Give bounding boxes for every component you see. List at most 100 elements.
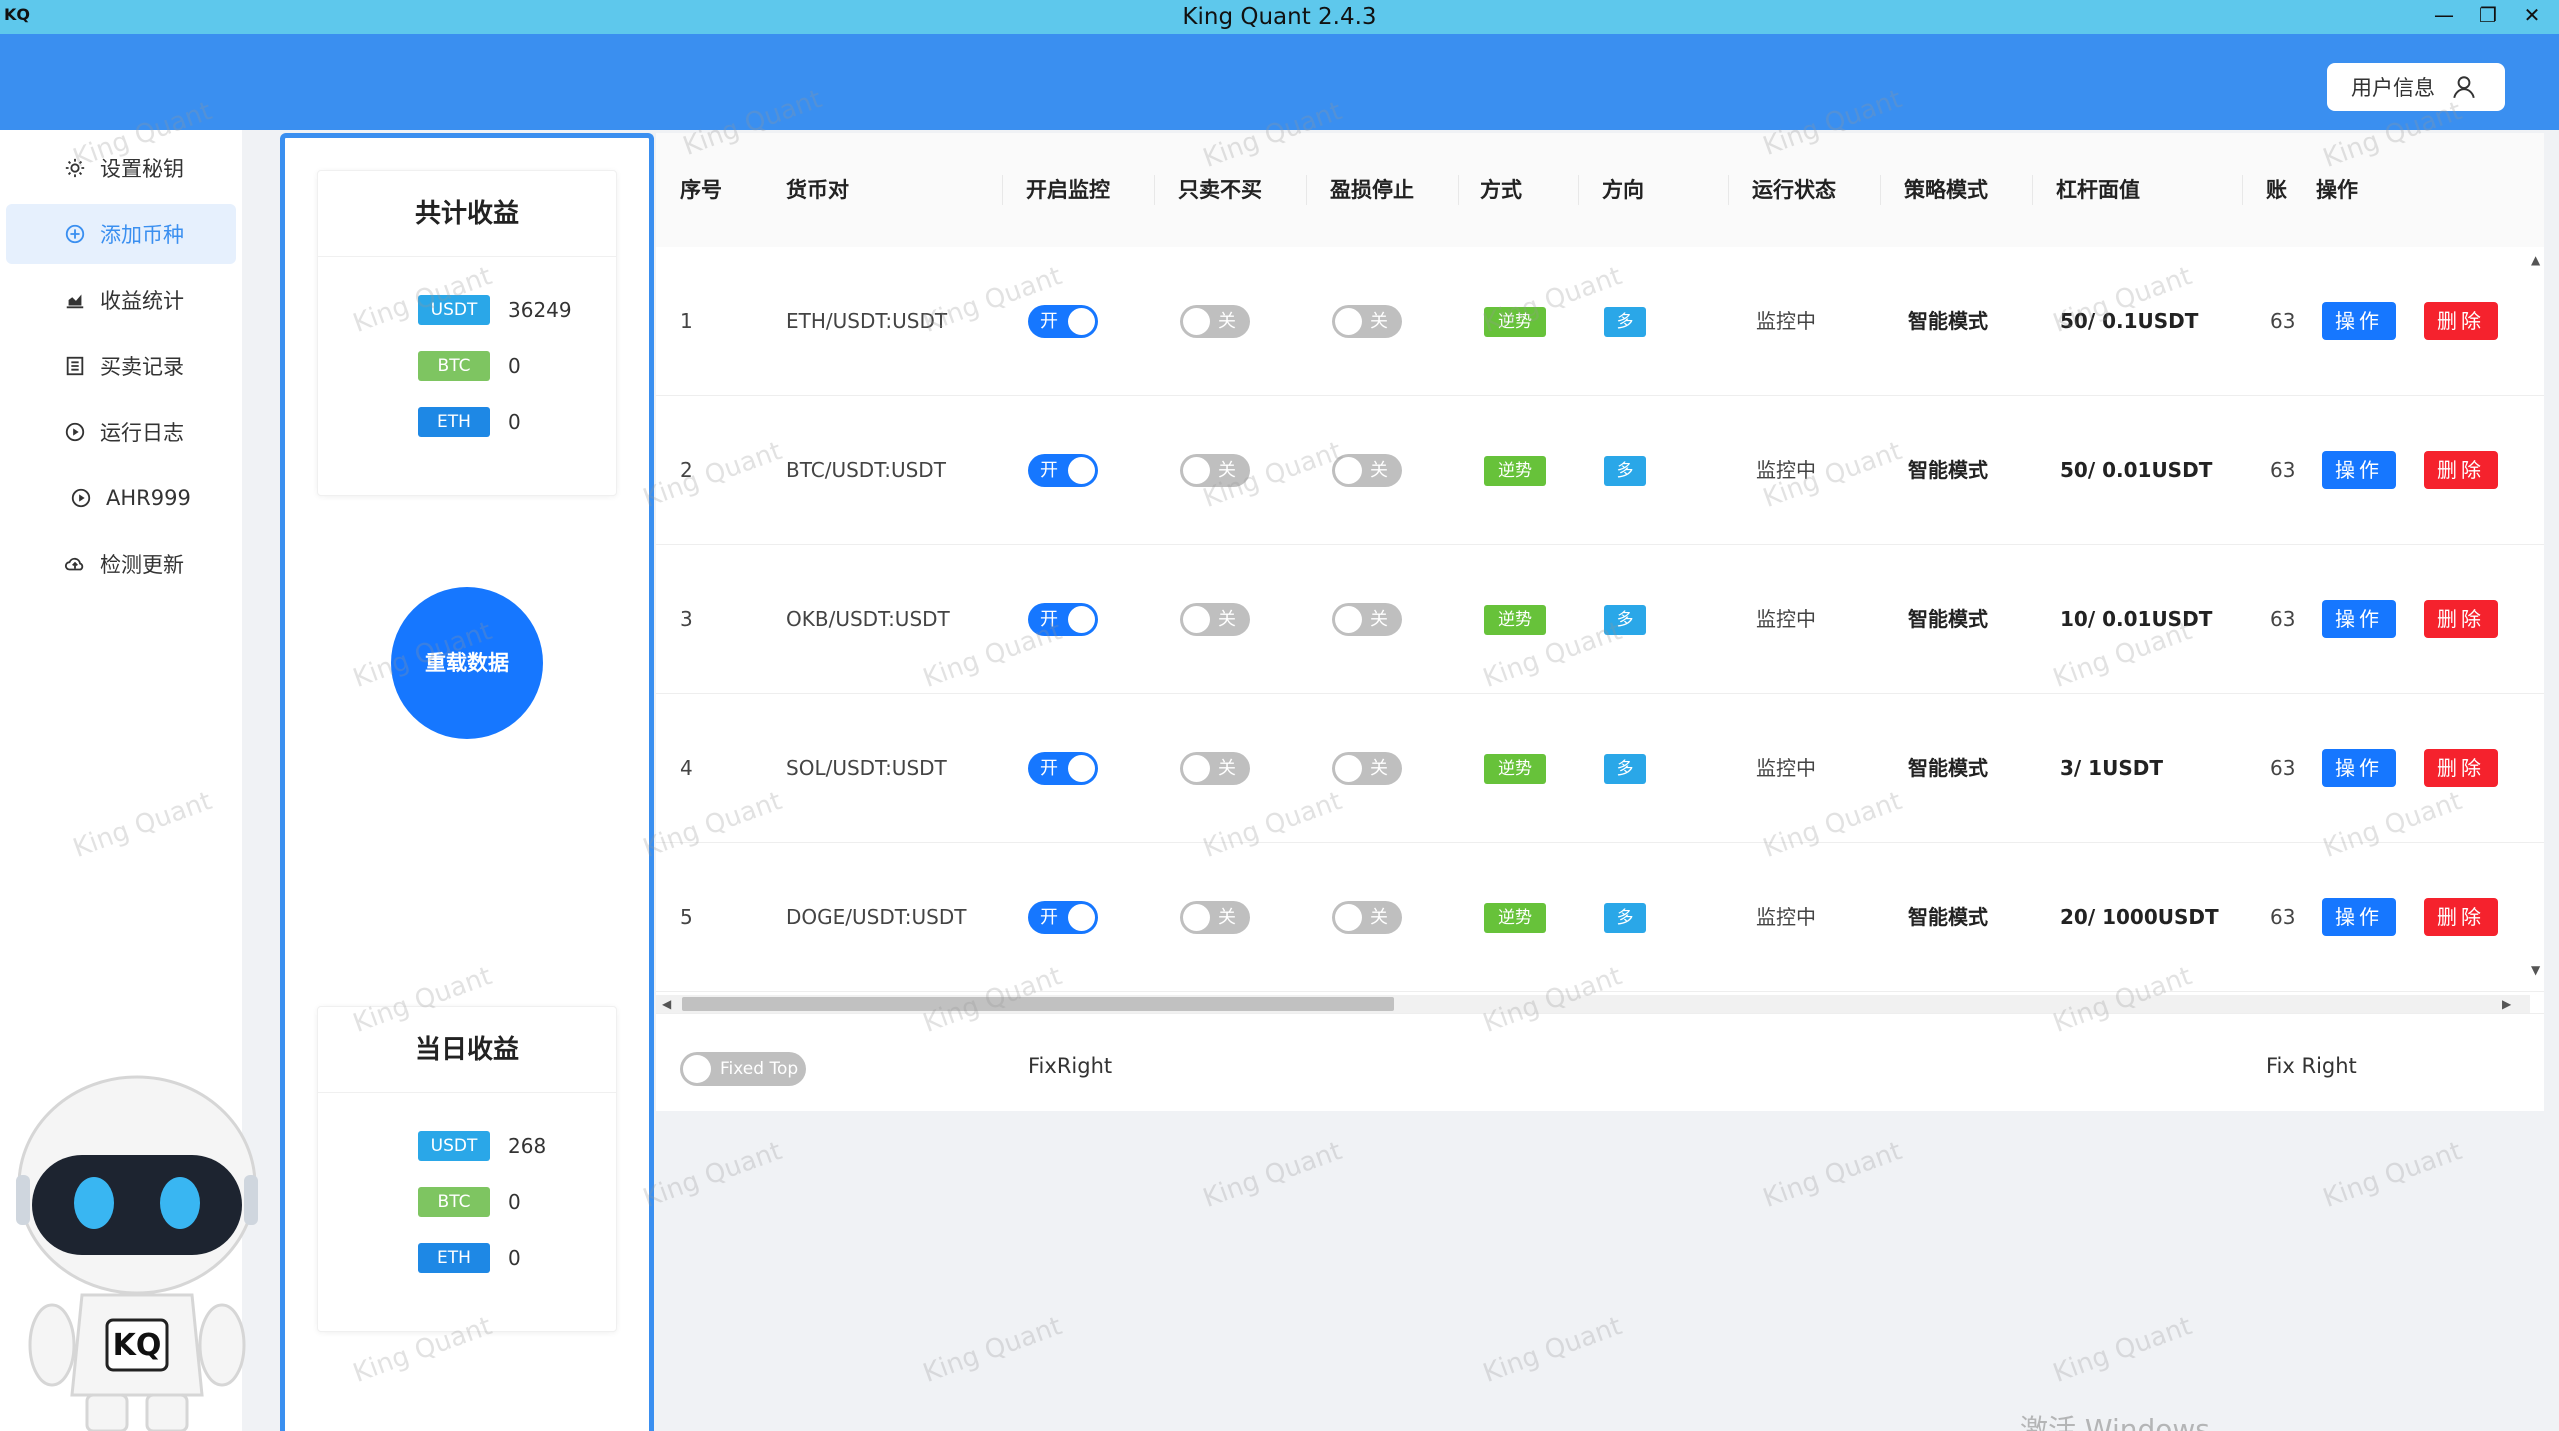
watermark-text: King Quant (2049, 1311, 2196, 1389)
delete-button[interactable]: 删除 (2424, 451, 2498, 489)
cell-status: 监控中 (1756, 607, 1816, 631)
coin-tag: USDT (418, 1131, 490, 1161)
sidebar-item-ahr999[interactable]: AHR999 (6, 468, 236, 528)
fixed-top-toggle[interactable]: Fixed Top (680, 1052, 806, 1086)
delete-button[interactable]: 删除 (2424, 749, 2498, 787)
operate-button[interactable]: 操作 (2322, 600, 2396, 638)
cell-strategy: 智能模式 (1908, 458, 1988, 482)
stop-loss-toggle[interactable]: 关 (1332, 752, 1402, 785)
toggle-label: 关 (1218, 460, 1236, 481)
sidebar-item-run-log[interactable]: 运行日志 (6, 402, 236, 462)
delete-button[interactable]: 删除 (2424, 898, 2498, 936)
column-header: 运行状态 (1752, 178, 1836, 202)
delete-button[interactable]: 删除 (2424, 302, 2498, 340)
user-info-button[interactable]: 用户信息 (2327, 63, 2505, 111)
coin-value: 0 (508, 354, 521, 378)
scroll-right-icon[interactable]: ▶ (2502, 997, 2511, 1011)
column-header: 货币对 (786, 178, 849, 202)
column-header: 操作 (2316, 178, 2358, 202)
close-icon[interactable]: ✕ (2510, 0, 2554, 30)
horizontal-scrollbar[interactable]: ◀ ▶ (656, 995, 2530, 1013)
toggle-label: 关 (1370, 758, 1388, 779)
scroll-down-icon[interactable]: ▼ (2531, 963, 2540, 977)
svg-text:KQ: KQ (113, 1328, 162, 1363)
scrollbar-thumb[interactable] (682, 997, 1394, 1011)
fix-right-label-right: Fix Right (2266, 1054, 2357, 1078)
watermark-text: King Quant (2319, 1136, 2466, 1214)
daily-btc-row: BTC 0 (418, 1185, 521, 1219)
sidebar-item-label: 收益统计 (100, 289, 184, 313)
toggle-label: 关 (1218, 311, 1236, 332)
title-bar: KQ King Quant 2.4.3 — ❐ ✕ (0, 0, 2559, 34)
daily-usdt-row: USDT 268 (418, 1129, 546, 1163)
watermark-text: King Quant (1199, 1136, 1346, 1214)
cell-status: 监控中 (1756, 756, 1816, 780)
cell-leverage: 3/ 1USDT (2060, 756, 2163, 780)
toggle-label: 关 (1370, 609, 1388, 630)
daily-profit-title: 当日收益 (318, 1007, 616, 1093)
column-header: 序号 (680, 178, 722, 202)
cell-pair: BTC/USDT:USDT (786, 458, 946, 482)
coin-value: 0 (508, 1246, 521, 1270)
sidebar-item-trade-records[interactable]: 买卖记录 (6, 336, 236, 396)
window-title: King Quant 2.4.3 (1182, 4, 1377, 30)
monitor-toggle[interactable]: 开 (1028, 901, 1098, 934)
cell-leverage: 10/ 0.01USDT (2060, 607, 2213, 631)
sell-only-toggle[interactable]: 关 (1180, 454, 1250, 487)
stop-loss-toggle[interactable]: 关 (1332, 305, 1402, 338)
operate-button[interactable]: 操作 (2322, 898, 2396, 936)
cell-pair: OKB/USDT:USDT (786, 607, 950, 631)
delete-button[interactable]: 删除 (2424, 600, 2498, 638)
operate-button[interactable]: 操作 (2322, 302, 2396, 340)
table-row: 5 DOGE/USDT:USDT 开 关 关 逆势 多 监控中 智能模式 20/ 1000USDT… (656, 843, 2544, 992)
sidebar-item-set-key[interactable]: 设置秘钥 (6, 138, 236, 198)
watermark-text: King Quant (1759, 1136, 1906, 1214)
monitor-toggle[interactable]: 开 (1028, 752, 1098, 785)
column-header: 策略模式 (1904, 178, 1988, 202)
monitor-toggle[interactable]: 开 (1028, 603, 1098, 636)
coin-tag: BTC (418, 1187, 490, 1217)
toggle-label: 关 (1218, 609, 1236, 630)
sidebar-item-label: 添加币种 (100, 223, 184, 247)
cell-strategy: 智能模式 (1908, 309, 1988, 333)
sell-only-toggle[interactable]: 关 (1180, 305, 1250, 338)
stop-loss-toggle[interactable]: 关 (1332, 454, 1402, 487)
sidebar-item-check-update[interactable]: 检测更新 (6, 534, 236, 594)
table-row: 3 OKB/USDT:USDT 开 关 关 逆势 多 监控中 智能模式 10/ 0.01USDT 6… (656, 545, 2544, 694)
sidebar-item-label: 设置秘钥 (100, 157, 184, 181)
coin-value: 268 (508, 1134, 547, 1158)
coin-tag: ETH (418, 407, 490, 437)
sell-only-toggle[interactable]: 关 (1180, 901, 1250, 934)
direction-badge: 多 (1604, 456, 1646, 486)
cell-status: 监控中 (1756, 309, 1816, 333)
play-circle-icon (70, 487, 92, 509)
stop-loss-toggle[interactable]: 关 (1332, 603, 1402, 636)
sidebar-item-profit-stats[interactable]: 收益统计 (6, 270, 236, 330)
monitor-toggle[interactable]: 开 (1028, 454, 1098, 487)
operate-button[interactable]: 操作 (2322, 749, 2396, 787)
scroll-left-icon[interactable]: ◀ (662, 997, 671, 1011)
cell-account: 63 (2270, 607, 2296, 631)
operate-button[interactable]: 操作 (2322, 451, 2396, 489)
reload-data-button[interactable]: 重载数据 (391, 587, 543, 739)
user-info-label: 用户信息 (2351, 76, 2435, 100)
cell-pair: SOL/USDT:USDT (786, 756, 947, 780)
vertical-scrollbar[interactable]: ▲ ▼ (2528, 247, 2544, 983)
sell-only-toggle[interactable]: 关 (1180, 752, 1250, 785)
sidebar-item-add-coin[interactable]: 添加币种 (6, 204, 236, 264)
chart-icon (64, 289, 86, 311)
scroll-up-icon[interactable]: ▲ (2531, 253, 2540, 267)
sell-only-toggle[interactable]: 关 (1180, 603, 1250, 636)
plus-circle-icon (64, 223, 86, 245)
cell-status: 监控中 (1756, 458, 1816, 482)
restore-icon[interactable]: ❐ (2466, 0, 2510, 30)
monitor-toggle[interactable]: 开 (1028, 305, 1098, 338)
total-eth-row: ETH 0 (418, 405, 521, 439)
watermark-text: King Quant (639, 1136, 786, 1214)
total-usdt-row: USDT 36249 (418, 293, 572, 327)
minimize-icon[interactable]: — (2422, 0, 2466, 30)
cell-account: 63 (2270, 756, 2296, 780)
toggle-label: 关 (1370, 907, 1388, 928)
stop-loss-toggle[interactable]: 关 (1332, 901, 1402, 934)
cell-account: 63 (2270, 905, 2296, 929)
